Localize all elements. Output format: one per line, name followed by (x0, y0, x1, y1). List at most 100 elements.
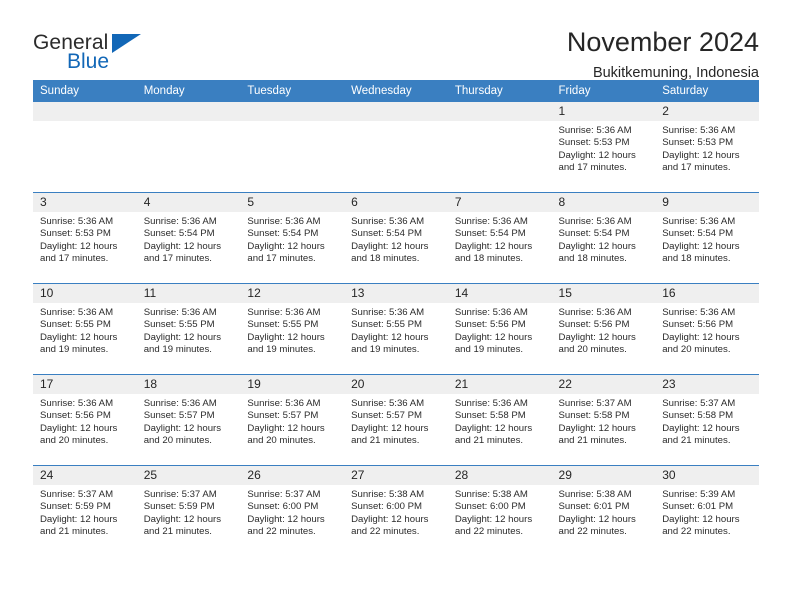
daylight-text-line1: Daylight: 12 hours (40, 331, 118, 343)
calendar-day-cell[interactable]: 24 Sunrise: 5:37 AM Sunset: 5:59 PM Dayligh… (33, 465, 137, 556)
day-details: Sunrise: 5:36 AM Sunset: 5:53 PM Daylight:… (655, 121, 759, 175)
sunrise-text: Sunrise: 5:36 AM (662, 216, 736, 227)
weekday-header-sunday: Sunday (33, 80, 137, 102)
calendar-day-cell[interactable]: 12 Sunrise: 5:36 AM Sunset: 5:55 PM Dayligh… (240, 283, 345, 375)
sunset-text: Sunset: 5:53 PM (40, 228, 111, 240)
calendar-day-cell[interactable]: 7 Sunrise: 5:36 AM Sunset: 5:54 PM Daylight… (447, 192, 552, 284)
sunset-text: Sunset: 5:54 PM (662, 228, 734, 240)
sunset-text: Sunset: 5:57 PM (247, 410, 319, 422)
general-blue-logo[interactable]: General Blue (33, 26, 213, 72)
calendar-day-cell[interactable]: 29 Sunrise: 5:38 AM Sunset: 6:01 PM Dayligh… (551, 465, 656, 556)
sunset-text: Sunset: 5:56 PM (454, 319, 526, 331)
calendar-day-cell[interactable]: 28 Sunrise: 5:38 AM Sunset: 6:00 PM Dayligh… (447, 465, 552, 556)
day-details: Sunrise: 5:36 AM Sunset: 5:57 PM Daylight:… (344, 394, 448, 448)
day-details: Sunrise: 5:37 AM Sunset: 5:59 PM Daylight:… (137, 485, 241, 539)
calendar-week-row: 24 Sunrise: 5:37 AM Sunset: 5:59 PM Dayligh… (33, 465, 759, 556)
sunset-text: Sunset: 5:58 PM (454, 410, 526, 422)
calendar-day-cell[interactable]: 10 Sunrise: 5:36 AM Sunset: 5:55 PM Dayligh… (33, 283, 137, 375)
day-number (33, 102, 137, 121)
calendar-day-cell[interactable]: 22 Sunrise: 5:37 AM Sunset: 5:58 PM Dayligh… (551, 374, 656, 466)
day-number (240, 102, 345, 121)
day-number: 29 (551, 466, 656, 485)
calendar-week-row: 3 Sunrise: 5:36 AM Sunset: 5:53 PM Daylight… (33, 192, 759, 284)
day-details: Sunrise: 5:36 AM Sunset: 5:58 PM Daylight:… (448, 394, 552, 448)
day-number: 7 (447, 193, 552, 212)
daylight-text-line2: and 19 minutes. (143, 344, 212, 356)
sunrise-text: Sunrise: 5:37 AM (662, 398, 736, 409)
daylight-text-line2: and 19 minutes. (454, 344, 524, 356)
calendar-day-cell[interactable]: 11 Sunrise: 5:36 AM Sunset: 5:55 PM Dayligh… (136, 283, 241, 375)
day-number (344, 102, 448, 121)
sunrise-text: Sunrise: 5:37 AM (247, 489, 321, 500)
daylight-text-line1: Daylight: 12 hours (143, 422, 222, 434)
day-details: Sunrise: 5:37 AM Sunset: 5:58 PM Daylight:… (655, 394, 759, 448)
day-details: Sunrise: 5:36 AM Sunset: 5:54 PM Daylight:… (552, 212, 656, 266)
daylight-text-line1: Daylight: 12 hours (247, 422, 325, 434)
calendar-day-cell-empty (344, 102, 448, 193)
daylight-text-line1: Daylight: 12 hours (40, 422, 118, 434)
daylight-text-line1: Daylight: 12 hours (40, 513, 118, 525)
day-details: Sunrise: 5:36 AM Sunset: 5:54 PM Daylight:… (655, 212, 759, 266)
sunset-text: Sunset: 5:59 PM (40, 501, 111, 513)
daylight-text-line2: and 20 minutes. (143, 435, 212, 447)
weekday-header-tuesday: Tuesday (240, 80, 345, 102)
daylight-text-line1: Daylight: 12 hours (247, 513, 325, 525)
day-details: Sunrise: 5:36 AM Sunset: 5:56 PM Daylight:… (552, 303, 656, 357)
sunset-text: Sunset: 5:57 PM (143, 410, 215, 422)
daylight-text-line2: and 17 minutes. (558, 162, 627, 174)
day-details: Sunrise: 5:39 AM Sunset: 6:01 PM Daylight:… (655, 485, 759, 539)
sunrise-text: Sunrise: 5:36 AM (351, 398, 425, 409)
daylight-text-line1: Daylight: 12 hours (662, 240, 740, 252)
location-subtitle: Bukitkemuning, Indonesia (592, 65, 759, 81)
daylight-text-line2: and 18 minutes. (662, 253, 731, 265)
calendar-day-cell[interactable]: 14 Sunrise: 5:36 AM Sunset: 5:56 PM Dayligh… (447, 283, 552, 375)
daylight-text-line1: Daylight: 12 hours (351, 513, 429, 525)
day-details: Sunrise: 5:37 AM Sunset: 5:59 PM Daylight:… (33, 485, 137, 539)
calendar-day-cell[interactable]: 30 Sunrise: 5:39 AM Sunset: 6:01 PM Dayligh… (655, 465, 759, 556)
calendar-day-cell[interactable]: 4 Sunrise: 5:36 AM Sunset: 5:54 PM Daylight… (136, 192, 241, 284)
day-details: Sunrise: 5:36 AM Sunset: 5:56 PM Daylight:… (33, 394, 137, 448)
calendar-day-cell[interactable]: 26 Sunrise: 5:37 AM Sunset: 6:00 PM Dayligh… (240, 465, 345, 556)
calendar-day-cell[interactable]: 19 Sunrise: 5:36 AM Sunset: 5:57 PM Dayligh… (240, 374, 345, 466)
day-details: Sunrise: 5:37 AM Sunset: 6:00 PM Daylight:… (240, 485, 344, 539)
calendar-day-cell[interactable]: 3 Sunrise: 5:36 AM Sunset: 5:53 PM Daylight… (33, 192, 137, 284)
calendar-day-cell[interactable]: 20 Sunrise: 5:36 AM Sunset: 5:57 PM Dayligh… (344, 374, 448, 466)
day-number: 26 (240, 466, 345, 485)
calendar-day-cell[interactable]: 27 Sunrise: 5:38 AM Sunset: 6:00 PM Dayligh… (344, 465, 448, 556)
day-number (136, 102, 241, 121)
calendar-day-cell[interactable]: 23 Sunrise: 5:37 AM Sunset: 5:58 PM Dayligh… (655, 374, 759, 466)
daylight-text-line2: and 17 minutes. (143, 253, 212, 265)
calendar-day-cell[interactable]: 5 Sunrise: 5:36 AM Sunset: 5:54 PM Daylight… (240, 192, 345, 284)
daylight-text-line2: and 22 minutes. (247, 526, 316, 538)
calendar-day-cell[interactable]: 13 Sunrise: 5:36 AM Sunset: 5:55 PM Dayligh… (344, 283, 448, 375)
daylight-text-line2: and 21 minutes. (351, 435, 420, 447)
logo-text-blue: Blue (67, 50, 110, 73)
calendar-day-cell[interactable]: 2 Sunrise: 5:36 AM Sunset: 5:53 PM Daylight… (655, 102, 759, 193)
calendar-day-cell[interactable]: 8 Sunrise: 5:36 AM Sunset: 5:54 PM Daylight… (551, 192, 656, 284)
day-number: 11 (136, 284, 241, 303)
calendar-day-cell[interactable]: 17 Sunrise: 5:36 AM Sunset: 5:56 PM Dayligh… (33, 374, 137, 466)
calendar-day-cell[interactable]: 21 Sunrise: 5:36 AM Sunset: 5:58 PM Dayligh… (447, 374, 552, 466)
calendar-day-cell[interactable]: 25 Sunrise: 5:37 AM Sunset: 5:59 PM Dayligh… (136, 465, 241, 556)
daylight-text-line2: and 19 minutes. (40, 344, 109, 356)
day-number: 25 (136, 466, 241, 485)
daylight-text-line2: and 21 minutes. (454, 435, 524, 447)
calendar-day-cell[interactable]: 1 Sunrise: 5:36 AM Sunset: 5:53 PM Daylight… (551, 102, 656, 193)
page-masthead: General Blue November 2024 Bukitkemuning… (33, 0, 759, 81)
calendar-day-cell[interactable]: 18 Sunrise: 5:36 AM Sunset: 5:57 PM Dayligh… (136, 374, 241, 466)
sunrise-text: Sunrise: 5:36 AM (247, 307, 321, 318)
calendar-day-cell-empty (447, 102, 552, 193)
calendar-day-cell[interactable]: 6 Sunrise: 5:36 AM Sunset: 5:54 PM Daylight… (344, 192, 448, 284)
sunrise-text: Sunrise: 5:37 AM (143, 489, 217, 500)
daylight-text-line1: Daylight: 12 hours (558, 149, 636, 161)
calendar-day-cell-empty (136, 102, 241, 193)
daylight-text-line2: and 22 minutes. (558, 526, 627, 538)
calendar-day-cell[interactable]: 16 Sunrise: 5:36 AM Sunset: 5:56 PM Dayligh… (655, 283, 759, 375)
daylight-text-line1: Daylight: 12 hours (143, 331, 222, 343)
day-number: 28 (447, 466, 552, 485)
day-details: Sunrise: 5:36 AM Sunset: 5:57 PM Daylight:… (137, 394, 241, 448)
calendar-day-cell[interactable]: 15 Sunrise: 5:36 AM Sunset: 5:56 PM Dayligh… (551, 283, 656, 375)
title-block: November 2024 Bukitkemuning, Indonesia (567, 26, 759, 84)
sunrise-text: Sunrise: 5:37 AM (558, 398, 632, 409)
calendar-day-cell[interactable]: 9 Sunrise: 5:36 AM Sunset: 5:54 PM Daylight… (655, 192, 759, 284)
